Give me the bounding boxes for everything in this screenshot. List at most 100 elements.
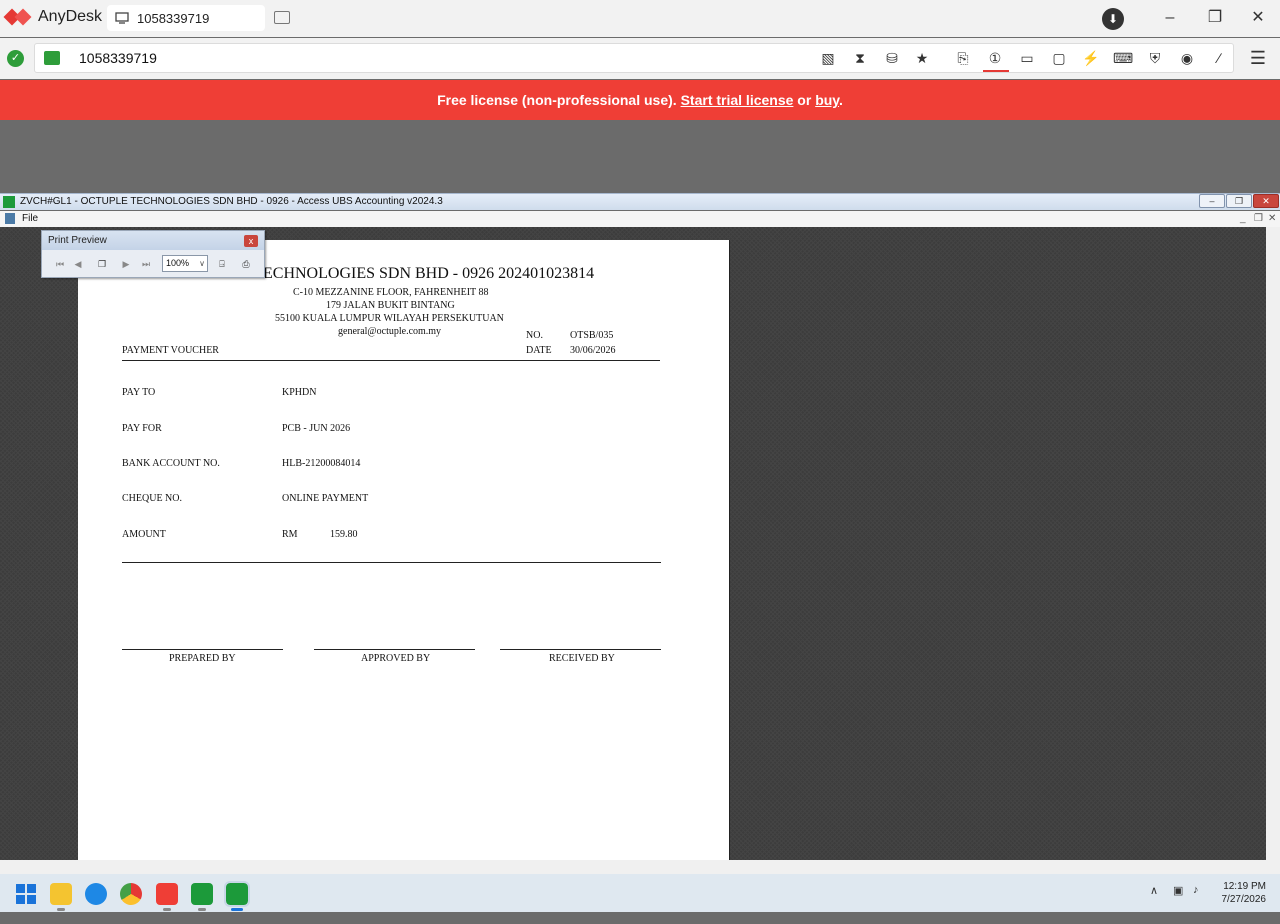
ubs-taskbar-icon[interactable]: [191, 883, 213, 905]
previous-page-icon[interactable]: ◀: [70, 256, 86, 272]
amount-label: AMOUNT: [122, 529, 166, 540]
display-select-icon[interactable]: ①: [985, 48, 1005, 68]
file-menu[interactable]: File: [22, 211, 38, 226]
anydesk-logo-icon: [3, 8, 32, 26]
volume-icon[interactable]: ♪: [1193, 884, 1199, 896]
license-banner: Free license (non-professional use). Sta…: [0, 80, 1280, 120]
restore-button[interactable]: ❐: [1203, 6, 1227, 30]
first-page-icon[interactable]: ⏮: [52, 256, 68, 272]
start-windows-icon[interactable]: [15, 883, 37, 905]
remote-desk-icon: [44, 51, 60, 65]
copy-page-icon[interactable]: ❐: [94, 256, 110, 272]
file-transfer-icon[interactable]: ⎘: [953, 48, 973, 68]
app-name: AnyDesk: [38, 8, 103, 25]
remote-restore-button[interactable]: ❐: [1226, 194, 1252, 208]
start-trial-link[interactable]: Start trial license: [681, 92, 794, 108]
bottom-strip: [0, 912, 1280, 924]
cheque-no-value: ONLINE PAYMENT: [282, 493, 369, 504]
received-by-signature-line: [500, 649, 661, 650]
actions-lightning-icon[interactable]: ⚡: [1081, 48, 1101, 68]
mdi-minimize-button[interactable]: _: [1240, 211, 1246, 226]
system-clock[interactable]: 12:19 PM 7/27/2026: [1214, 880, 1267, 906]
date-value: 30/06/2026: [570, 345, 616, 356]
permissions-shield-icon[interactable]: ⛨: [1145, 48, 1165, 68]
zoom-value: 100%: [166, 258, 190, 268]
connected-check-icon: ✓: [7, 50, 24, 67]
show-hidden-icons-chevron-icon[interactable]: ∧: [1150, 884, 1158, 897]
display-icon[interactable]: ▭: [1017, 48, 1037, 68]
voucher-page: ECHNOLOGIES SDN BHD - 0926 202401023814 …: [78, 240, 730, 860]
pay-to-value: KPHDN: [282, 387, 317, 398]
horizontal-scrollbar[interactable]: [0, 860, 1280, 874]
download-icon[interactable]: ⬇: [1102, 8, 1124, 30]
clock-time: 12:19 PM: [1223, 881, 1266, 892]
mdi-restore-button[interactable]: ❐: [1254, 211, 1263, 226]
session-tab[interactable]: 1058339719: [107, 5, 265, 31]
header-rule: [122, 360, 660, 361]
privacy-icon[interactable]: ▧: [818, 48, 838, 68]
bank-account-value: HLB-21200084014: [282, 458, 361, 469]
address-line-2: 179 JALAN BUKIT BINTANG: [326, 300, 455, 311]
buy-link[interactable]: buy: [815, 92, 839, 108]
mdi-close-button[interactable]: ✕: [1268, 211, 1276, 226]
hourglass-icon[interactable]: ⧗: [850, 48, 870, 68]
print-preview-close-button[interactable]: x: [244, 235, 258, 247]
approved-by-signature-line: [314, 649, 475, 650]
ubs-active-indicator: [231, 908, 243, 911]
hamburger-menu-icon[interactable]: ☰: [1248, 48, 1268, 68]
zoom-select[interactable]: 100% ∨: [162, 255, 208, 272]
taskbar: ∧ ▣ ♪ 12:19 PM 7/27/2026: [0, 874, 1280, 912]
whiteboard-pen-icon[interactable]: ∕: [1209, 48, 1229, 68]
pay-for-value: PCB - JUN 2026: [282, 423, 351, 434]
cheque-no-label: CHEQUE NO.: [122, 493, 182, 504]
file-explorer-icon[interactable]: [50, 883, 72, 905]
license-text: Free license (non-professional use).: [437, 92, 677, 108]
currency-label: RM: [282, 529, 298, 540]
database-icon[interactable]: ⛁: [882, 48, 902, 68]
body-rule: [122, 562, 661, 563]
export-icon[interactable]: ⍈: [214, 256, 230, 272]
chevron-down-icon: ∨: [199, 259, 205, 268]
remote-window-titlebar: ZVCH#GL1 - OCTUPLE TECHNOLOGIES SDN BHD …: [0, 193, 1280, 210]
minimize-button[interactable]: –: [1158, 6, 1182, 30]
print-preview-toolbar[interactable]: Print Preview x ⏮ ◀ ❐ ▶ ⏭ 100% ∨ ⍈ ⎙: [41, 230, 265, 278]
monitor-icon: [115, 12, 129, 24]
menu-app-icon: [5, 213, 15, 224]
active-display-indicator: [983, 70, 1009, 72]
ubs-indicator: [198, 908, 206, 911]
clock-date: 7/27/2026: [1221, 894, 1267, 905]
period-text: .: [839, 92, 843, 108]
voucher-no-label: NO.: [526, 330, 543, 341]
network-icon[interactable]: ▣: [1173, 884, 1183, 897]
session-tab-label: 1058339719: [137, 10, 210, 26]
company-email: general@octuple.com.my: [338, 326, 442, 337]
address-line-3: 55100 KUALA LUMPUR WILAYAH PERSEKUTUAN: [275, 313, 504, 324]
anydesk-taskbar-icon[interactable]: [156, 883, 178, 905]
keyboard-icon[interactable]: ⌨: [1113, 48, 1133, 68]
vertical-scrollbar[interactable]: [1266, 227, 1280, 860]
chrome-icon[interactable]: [120, 883, 142, 905]
prepared-by-signature-line: [122, 649, 283, 650]
next-page-icon[interactable]: ▶: [118, 256, 134, 272]
ubs-active-taskbar-icon[interactable]: [224, 881, 250, 907]
pay-for-label: PAY FOR: [122, 423, 162, 434]
ubs-app-icon: [3, 196, 15, 208]
record-icon[interactable]: ◉: [1177, 48, 1197, 68]
pay-to-label: PAY TO: [122, 387, 156, 398]
last-page-icon[interactable]: ⏭: [138, 256, 154, 272]
chat-icon[interactable]: ▢: [1049, 48, 1069, 68]
file-explorer-indicator: [57, 908, 65, 911]
remote-minimize-button[interactable]: –: [1199, 194, 1225, 208]
remote-close-button[interactable]: ✕: [1253, 194, 1279, 208]
print-preview-title: Print Preview: [42, 231, 264, 250]
voucher-no-value: OTSB/035: [570, 330, 614, 341]
bank-account-label: BANK ACCOUNT NO.: [122, 458, 220, 469]
received-by-label: RECEIVED BY: [549, 653, 615, 664]
remote-menubar: File _ ❐ ✕: [0, 211, 1280, 227]
edge-icon[interactable]: [85, 883, 107, 905]
close-button[interactable]: ✕: [1246, 6, 1270, 30]
favorite-star-icon[interactable]: ★: [912, 48, 932, 68]
new-session-icon[interactable]: [274, 11, 290, 24]
address-line-1: C-10 MEZZANINE FLOOR, FAHRENHEIT 88: [293, 287, 489, 298]
print-icon[interactable]: ⎙: [238, 256, 254, 272]
